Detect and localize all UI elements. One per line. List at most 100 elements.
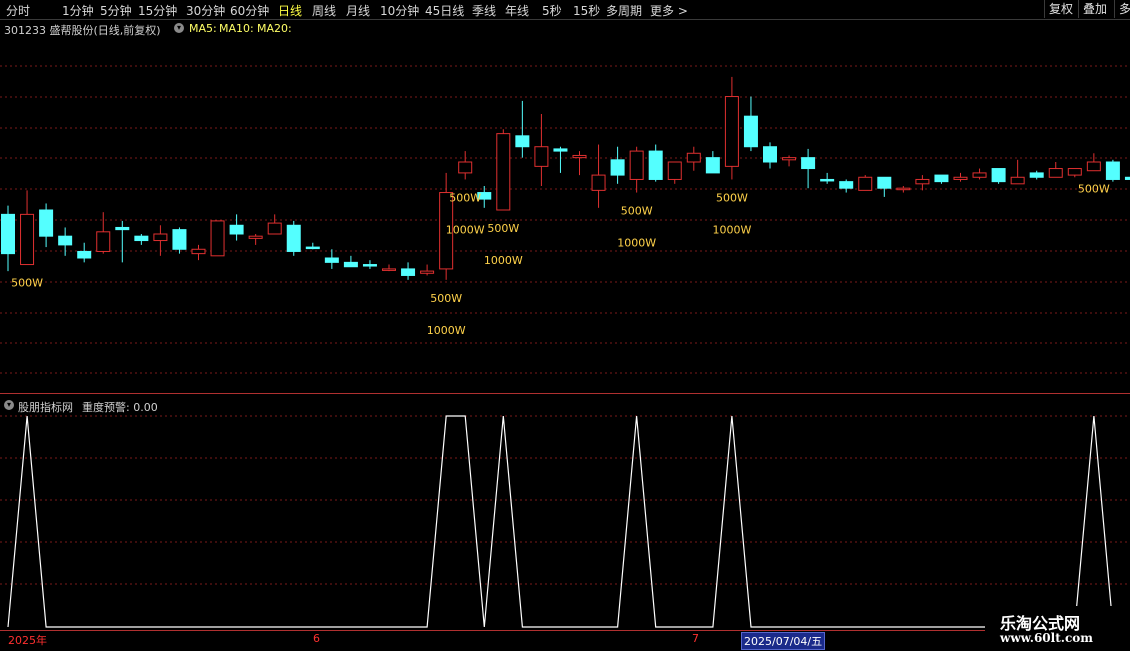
candle-down xyxy=(58,235,73,246)
watermark-url: www.60lt.com xyxy=(1000,631,1093,645)
candle-up xyxy=(896,187,911,191)
candle-up xyxy=(1010,176,1025,185)
tab-10min[interactable]: 10分钟 xyxy=(380,2,419,19)
tab-5sec[interactable]: 5秒 xyxy=(542,2,562,19)
volume-alert-label: 500W xyxy=(487,222,519,235)
candle-up xyxy=(629,150,644,180)
candle-down xyxy=(648,150,663,180)
tab-quarterly[interactable]: 季线 xyxy=(472,2,496,19)
time-label-june: 6 xyxy=(313,632,320,645)
tab-yearly[interactable]: 年线 xyxy=(505,2,529,19)
candle-down xyxy=(229,224,244,235)
volume-alert-label: 1000W xyxy=(446,223,485,236)
tab-15min[interactable]: 15分钟 xyxy=(138,2,177,19)
overlay-button[interactable]: 叠加 xyxy=(1078,0,1111,18)
candle-up xyxy=(572,154,587,159)
tab-fenshi[interactable]: 分时 xyxy=(6,2,30,19)
volume-alert-label: 500W xyxy=(1078,183,1110,196)
indicator-info-bar: ▾ 股朋指标网 重度预警: 0.00 xyxy=(0,397,1130,414)
candle-down xyxy=(610,159,625,176)
volume-alert-label: 1000W xyxy=(617,237,656,250)
candle-up xyxy=(591,174,606,191)
volume-alert-label: 500W xyxy=(430,292,462,305)
tab-multi-period[interactable]: 多周期 xyxy=(606,2,642,19)
fuquan-button[interactable]: 复权 xyxy=(1044,0,1077,18)
tab-weekly[interactable]: 周线 xyxy=(312,2,336,19)
volume-alert-label: 500W xyxy=(11,277,43,290)
candle-up xyxy=(972,172,987,178)
panel-divider xyxy=(0,393,1130,394)
candle-down xyxy=(820,178,835,182)
candle-up xyxy=(191,248,206,255)
candle-down xyxy=(362,264,377,267)
candle-down xyxy=(1124,176,1130,180)
candle-down xyxy=(401,268,416,276)
chevron-down-icon[interactable]: ▾ xyxy=(4,400,14,410)
candle-up xyxy=(1086,161,1101,172)
tab-45day[interactable]: 45日线 xyxy=(425,2,464,19)
candle-up xyxy=(210,220,225,257)
tab-daily[interactable]: 日线 xyxy=(278,2,302,19)
time-axis: 2025年 6 7 2025/07/04/五 xyxy=(0,630,1130,651)
candle-down xyxy=(763,146,777,163)
candle-down xyxy=(115,226,130,231)
time-label-year: 2025年 xyxy=(8,634,47,647)
candle-down xyxy=(1105,161,1120,180)
volume-alert-label: 1000W xyxy=(484,254,523,267)
ma5-label: MA5: xyxy=(189,22,217,35)
candle-up xyxy=(686,152,701,163)
candle-down xyxy=(343,261,358,268)
candle-up xyxy=(724,96,739,167)
candle-up xyxy=(1048,168,1063,178)
volume-alert-label: 500W xyxy=(716,191,748,204)
candle-down xyxy=(77,250,92,259)
volume-alert-label: 1000W xyxy=(712,223,751,236)
volume-alert-label: 500W xyxy=(621,205,653,218)
candle-down xyxy=(134,235,149,242)
candle-down xyxy=(1029,172,1044,178)
tab-60min[interactable]: 60分钟 xyxy=(230,2,269,19)
candle-down xyxy=(839,181,854,189)
candle-up xyxy=(667,161,682,180)
candle-up xyxy=(382,268,396,271)
candle-up xyxy=(953,176,968,180)
volume-alert-label: 1000W xyxy=(427,324,466,337)
ma10-label: MA10: xyxy=(219,22,254,35)
tab-15sec[interactable]: 15秒 xyxy=(573,2,600,19)
tab-1min[interactable]: 1分钟 xyxy=(62,2,94,19)
chevron-down-icon[interactable]: ▾ xyxy=(174,23,184,33)
chart-info-bar: 301233 盛帮股份(日线,前复权) ▾ MA5: MA10: MA20: xyxy=(0,20,1130,37)
indicator-chart[interactable] xyxy=(0,413,1130,630)
candle-up xyxy=(96,231,111,252)
candle-down xyxy=(305,246,320,250)
candle-down xyxy=(515,135,530,148)
tab-monthly[interactable]: 月线 xyxy=(346,2,370,19)
indicator-line xyxy=(7,415,1114,628)
period-toolbar: 分时 1分钟 5分钟 15分钟 30分钟 60分钟 日线 周线 月线 10分钟 45日线 季线 年线 5秒… xyxy=(0,0,1130,20)
ma20-label: MA20: xyxy=(257,22,292,35)
tab-5min[interactable]: 5分钟 xyxy=(100,2,132,19)
candle-down xyxy=(324,257,339,263)
cursor-date-label: 2025/07/04/五 xyxy=(741,632,826,650)
candle-up xyxy=(458,161,473,174)
candle-up xyxy=(915,178,930,185)
candle-down xyxy=(172,229,187,250)
tab-more[interactable]: 更多 > xyxy=(650,2,688,19)
candle-up xyxy=(20,213,35,266)
candle-down xyxy=(877,176,892,189)
candle-up xyxy=(267,222,282,235)
candle-up xyxy=(153,233,168,242)
candle-up xyxy=(534,146,549,167)
more-button[interactable]: 多 xyxy=(1114,0,1130,18)
candle-down xyxy=(705,157,720,174)
candle-up xyxy=(420,270,435,274)
candle-down xyxy=(1,213,15,255)
candle-down xyxy=(801,157,816,170)
candle-down xyxy=(286,224,301,252)
candle-up xyxy=(1067,168,1082,176)
candle-up xyxy=(496,133,511,211)
volume-alert-label: 500W xyxy=(449,191,481,204)
tab-30min[interactable]: 30分钟 xyxy=(186,2,225,19)
candle-up xyxy=(782,157,797,161)
candlestick-chart[interactable]: 500W500W1000W500W1000W 500W1000W500W1000W… xyxy=(0,36,1130,392)
